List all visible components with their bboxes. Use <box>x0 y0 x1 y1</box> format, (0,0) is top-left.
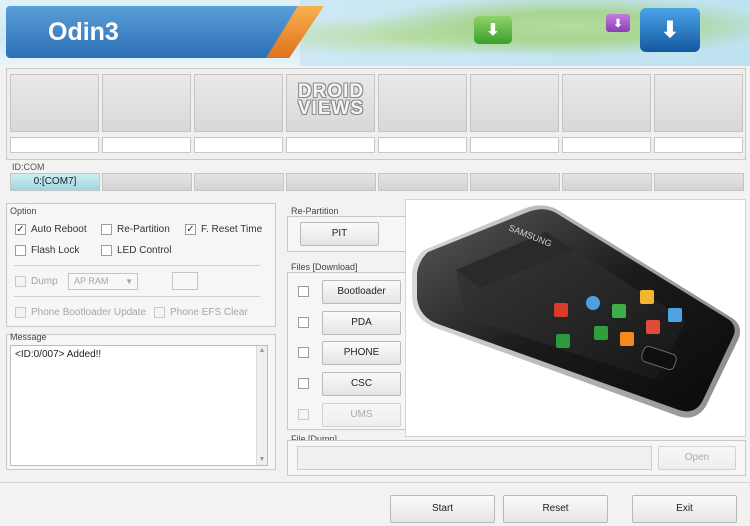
file-dump-path-field[interactable] <box>297 446 652 470</box>
ums-checkbox[interactable] <box>298 409 314 420</box>
open-button[interactable]: Open <box>658 446 736 470</box>
dump-checkbox[interactable]: Dump <box>15 276 58 287</box>
bootloader-checkbox[interactable] <box>298 286 314 297</box>
port-progress-field <box>470 137 559 153</box>
bootloader-button[interactable]: Bootloader <box>322 280 401 304</box>
idcom-port <box>654 173 744 191</box>
csc-button[interactable]: CSC <box>322 372 401 396</box>
port-slot <box>470 74 559 132</box>
message-log[interactable]: <ID:0/007> Added!! ▲ ▼ <box>10 345 268 466</box>
pit-button[interactable]: PIT <box>300 222 379 246</box>
idcom-row: 0:[COM7] <box>10 173 744 191</box>
scroll-down-icon[interactable]: ▼ <box>257 455 267 465</box>
download-icon-small: ⬇ <box>606 14 630 32</box>
message-log-text: <ID:0/007> Added!! <box>15 349 102 360</box>
scroll-up-icon[interactable]: ▲ <box>257 346 267 356</box>
app-header: Odin3 ⬇ ⬇ ⬇ <box>0 0 750 66</box>
pda-button[interactable]: PDA <box>322 311 401 335</box>
message-scrollbar[interactable]: ▲ ▼ <box>256 346 267 465</box>
ums-button[interactable]: UMS <box>322 403 401 427</box>
start-button[interactable]: Start <box>390 495 495 523</box>
reset-button[interactable]: Reset <box>503 495 608 523</box>
flash-lock-checkbox[interactable]: Flash Lock <box>15 245 79 256</box>
port-progress-field <box>562 137 651 153</box>
port-progress-field <box>286 137 375 153</box>
port-slot <box>378 74 467 132</box>
csc-checkbox[interactable] <box>298 378 314 389</box>
port-progress-field <box>378 137 467 153</box>
port-progress-field <box>10 137 99 153</box>
dump-type-select[interactable]: AP RAM ▼ <box>68 273 138 290</box>
idcom-port <box>286 173 376 191</box>
app-title: Odin3 <box>48 18 119 46</box>
option-divider <box>14 265 260 266</box>
idcom-port <box>102 173 192 191</box>
port-progress-field <box>194 137 283 153</box>
port-progress-field <box>654 137 743 153</box>
port-status-grid: DROID VIEWS <box>6 68 746 160</box>
port-slot <box>10 74 99 132</box>
port-slot <box>194 74 283 132</box>
f-reset-time-checkbox[interactable]: ✓ F. Reset Time <box>185 224 262 235</box>
checkbox-check-icon[interactable]: ✓ <box>15 224 26 235</box>
idcom-port <box>378 173 468 191</box>
option-divider <box>14 296 260 297</box>
port-slot <box>562 74 651 132</box>
droidviews-watermark: DROID VIEWS <box>297 81 365 119</box>
chevron-down-icon: ▼ <box>125 277 133 286</box>
exit-button[interactable]: Exit <box>632 495 737 523</box>
dump-extra-field[interactable] <box>172 272 198 290</box>
message-title: Message <box>10 332 47 342</box>
idcom-port-active: 0:[COM7] <box>10 173 100 191</box>
port-slot: DROID VIEWS <box>286 74 375 132</box>
files-title: Files [Download] <box>291 262 358 272</box>
option-title: Option <box>10 206 37 216</box>
port-slot <box>102 74 191 132</box>
pda-checkbox[interactable] <box>298 317 314 328</box>
re-partition-checkbox[interactable]: Re-Partition <box>101 224 170 235</box>
idcom-port <box>194 173 284 191</box>
auto-reboot-checkbox[interactable]: ✓ Auto Reboot <box>15 224 87 235</box>
phone-image: SAMSUNG <box>405 199 746 437</box>
idcom-label: ID:COM <box>12 162 45 172</box>
phone-efs-clear-checkbox[interactable]: Phone EFS Clear <box>154 307 248 318</box>
repartition-title: Re-Partition <box>291 206 339 216</box>
checkbox-check-icon[interactable]: ✓ <box>185 224 196 235</box>
samsung-phone-illustration: SAMSUNG <box>412 205 740 418</box>
download-icon-large: ⬇ <box>640 8 700 52</box>
led-control-checkbox[interactable]: LED Control <box>101 245 171 256</box>
idcom-port <box>562 173 652 191</box>
port-progress-field <box>102 137 191 153</box>
download-icon: ⬇ <box>474 16 512 44</box>
port-slot <box>654 74 743 132</box>
phone-button[interactable]: PHONE <box>322 341 401 365</box>
idcom-port <box>470 173 560 191</box>
phone-checkbox[interactable] <box>298 347 314 358</box>
phone-bootloader-update-checkbox[interactable]: Phone Bootloader Update <box>15 307 146 318</box>
